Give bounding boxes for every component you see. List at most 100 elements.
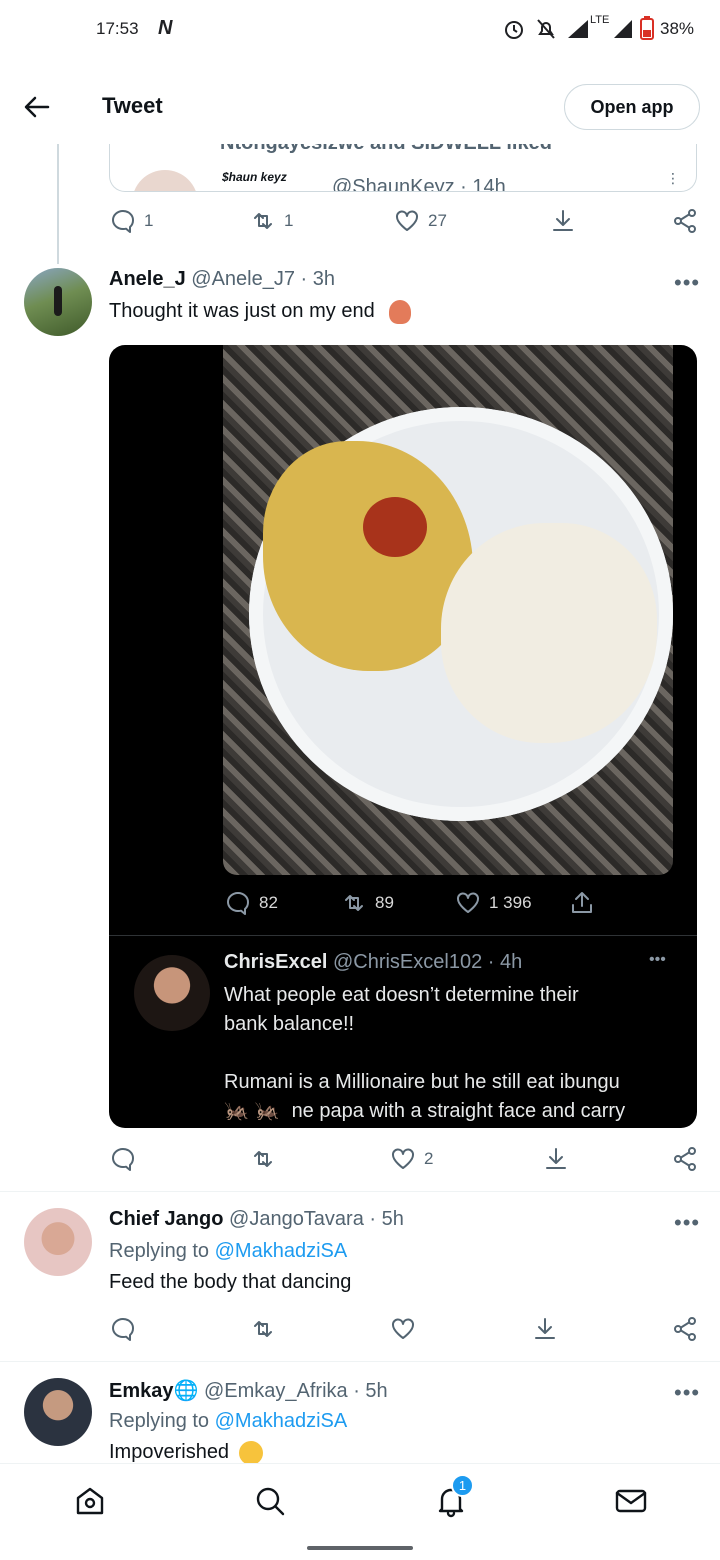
heart-icon <box>396 210 418 231</box>
heart-icon <box>392 1318 414 1339</box>
like-button[interactable]: 27 <box>394 208 447 234</box>
media-retweet-count: 89 <box>375 893 394 912</box>
card-divider <box>109 935 697 936</box>
user-handle-time[interactable]: @JangoTavara · 5h <box>229 1208 404 1230</box>
user-handle-time[interactable]: @Emkay_Afrika · 5h <box>204 1380 388 1402</box>
page-title: Tweet <box>102 93 163 118</box>
download-button[interactable] <box>543 1146 569 1172</box>
retweet-button[interactable]: 1 <box>250 208 293 234</box>
quoted-handle-time[interactable]: @ChrisExcel102 · 4h <box>333 951 522 973</box>
reply-button[interactable] <box>110 1146 136 1172</box>
notification-badge: 1 <box>451 1474 474 1497</box>
retweet-button[interactable] <box>250 1146 276 1172</box>
status-bar: 17:53 N LTE 38% <box>0 0 720 60</box>
download-button[interactable] <box>532 1316 558 1342</box>
share-button[interactable] <box>672 208 698 234</box>
replying-to: Replying to @MakhadziSA <box>109 1240 348 1262</box>
facepalm-emoji-icon <box>389 300 411 324</box>
globe-icon: 🌐 <box>173 1380 199 1402</box>
crying-emoji-icon <box>239 1441 263 1465</box>
share-button[interactable] <box>672 1146 698 1172</box>
mute-icon <box>537 19 555 39</box>
quoted-author-badge: $haun keyz <box>222 170 287 184</box>
user-handle-time[interactable]: @Anele_J7 · 3h <box>191 268 335 290</box>
bug-emoji-icon: 🦗 🦗 <box>224 1100 280 1122</box>
tweet-divider <box>0 1191 720 1192</box>
replying-to: Replying to @MakhadziSA <box>109 1410 348 1432</box>
more-options-icon[interactable]: ••• <box>674 270 700 296</box>
network-type: LTE <box>590 14 610 26</box>
reply-icon <box>112 1318 134 1341</box>
open-app-button[interactable]: Open app <box>564 84 700 130</box>
like-button[interactable] <box>390 1316 416 1342</box>
share-button[interactable] <box>672 1316 698 1342</box>
search-icon[interactable] <box>253 1484 287 1518</box>
like-button[interactable]: 2 <box>390 1146 433 1172</box>
quoted-more-icon[interactable]: ⋮ <box>666 170 680 187</box>
quoted-card-partial[interactable]: Ntongayesizwe and SIDWELL liked $haun ke… <box>109 144 697 192</box>
signal-icon-2 <box>614 20 632 38</box>
quoted-author-handle: @ShaunKeyz · 14h <box>332 176 506 192</box>
tweet-divider <box>0 1361 720 1362</box>
user-name[interactable]: Chief Jango <box>109 1208 223 1230</box>
download-icon <box>553 210 573 231</box>
reply-icon <box>227 892 249 915</box>
download-button[interactable] <box>550 208 576 234</box>
quoted-avatar[interactable] <box>134 955 210 1031</box>
battery-icon <box>640 16 654 40</box>
media-reply-count: 82 <box>259 893 278 912</box>
media-reply[interactable]: 82 <box>225 890 278 916</box>
heart-icon <box>457 892 479 913</box>
tweet-header: Anele_J @Anele_J7 · 3h <box>109 268 335 291</box>
tweet-text: Thought it was just on my end <box>109 300 411 324</box>
more-options-icon[interactable]: ••• <box>674 1210 700 1236</box>
download-icon <box>535 1318 555 1339</box>
upload-share-icon <box>572 892 592 913</box>
more-options-icon[interactable]: ••• <box>674 1380 700 1406</box>
signal-icon <box>568 20 588 38</box>
retweet-icon <box>345 895 363 911</box>
avatar[interactable] <box>24 1378 92 1446</box>
quoted-avatar <box>132 170 198 191</box>
share-icon <box>674 1317 696 1341</box>
media-like-count: 1 396 <box>489 893 532 912</box>
retweet-button[interactable] <box>250 1316 276 1342</box>
retweet-icon <box>254 213 272 229</box>
top-header: Tweet Open app <box>0 70 720 144</box>
media-share[interactable] <box>569 890 595 916</box>
retweet-icon <box>254 1321 272 1337</box>
thread-line <box>57 144 59 264</box>
reply-button[interactable]: 1 <box>110 208 153 234</box>
reply-icon <box>112 210 134 233</box>
quoted-header: ChrisExcel @ChrisExcel102 · 4h <box>224 951 522 974</box>
like-count: 2 <box>424 1149 434 1168</box>
mention-link[interactable]: @MakhadziSA <box>215 1240 348 1262</box>
mention-link[interactable]: @MakhadziSA <box>215 1410 348 1432</box>
pap <box>441 523 657 743</box>
media-retweet[interactable]: 89 <box>341 890 394 916</box>
avatar[interactable] <box>24 268 92 336</box>
quoted-tweet-text: What people eat doesn’t determine their … <box>224 981 684 1126</box>
retweet-count: 1 <box>284 211 294 230</box>
share-icon <box>674 1147 696 1171</box>
media-card[interactable]: 82 89 1 396 ChrisExcel @ChrisExcel102 · … <box>109 345 697 1128</box>
tweet-header: Chief Jango @JangoTavara · 5h <box>109 1208 404 1231</box>
n-app-icon: N <box>158 17 173 39</box>
food-photo[interactable] <box>223 345 673 875</box>
quoted-more-icon[interactable]: ••• <box>649 951 666 969</box>
reply-icon <box>112 1148 134 1171</box>
reply-button[interactable] <box>110 1316 136 1342</box>
user-name[interactable]: Anele_J <box>109 268 186 290</box>
home-icon[interactable] <box>73 1484 107 1518</box>
messages-icon[interactable] <box>614 1484 648 1518</box>
avatar[interactable] <box>24 1208 92 1276</box>
user-name[interactable]: Emkay <box>109 1380 174 1402</box>
tweet-header: Emkay🌐 @Emkay_Afrika · 5h <box>109 1378 388 1403</box>
back-arrow-icon[interactable] <box>24 94 50 120</box>
alarm-icon <box>505 21 523 39</box>
reply-count: 1 <box>144 211 154 230</box>
home-gesture-bar[interactable] <box>307 1546 413 1550</box>
media-like[interactable]: 1 396 <box>455 890 532 916</box>
tweet-text: Impoverished <box>109 1441 263 1465</box>
quoted-user-name[interactable]: ChrisExcel <box>224 951 327 973</box>
